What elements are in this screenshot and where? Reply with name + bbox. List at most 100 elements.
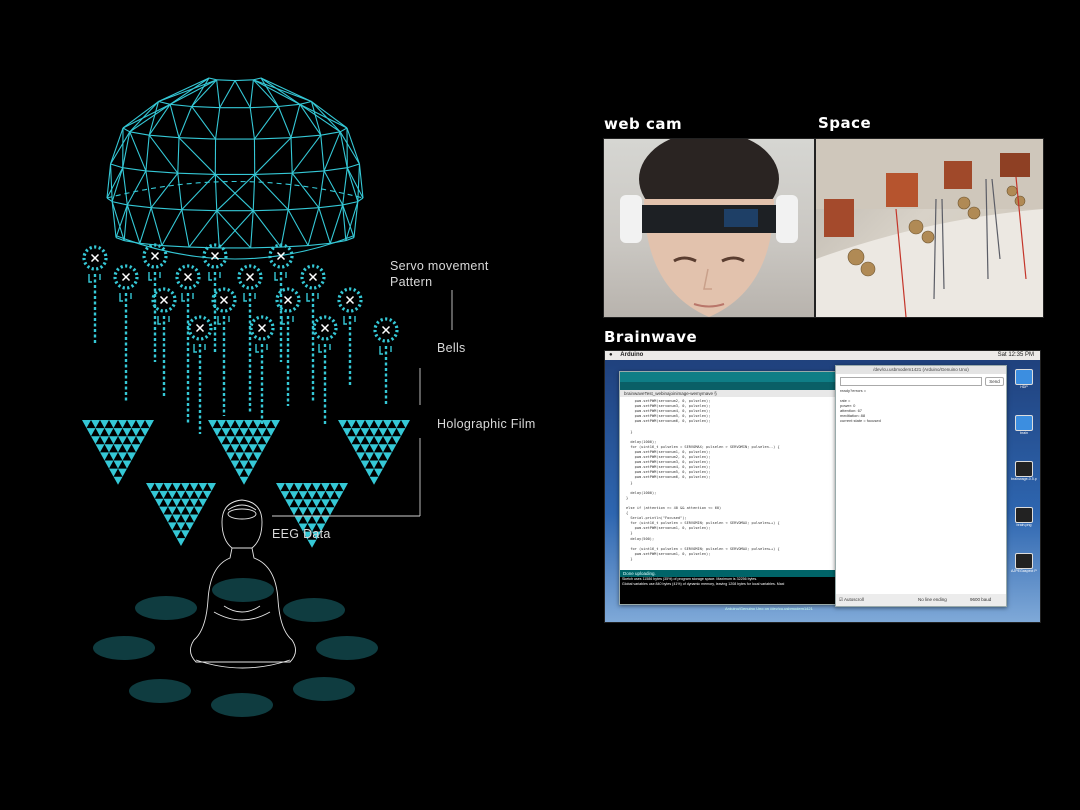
bell-bracket [119, 293, 123, 302]
bell-bracket [379, 346, 383, 355]
film-cell [163, 514, 173, 523]
bell-bracket [193, 344, 197, 353]
dome-edge [216, 79, 221, 108]
space-title: Space [818, 114, 872, 132]
film-cell [294, 483, 303, 492]
dome-edge [318, 204, 343, 209]
film-cell [109, 420, 118, 429]
film-cell [109, 452, 118, 461]
dome-edge [218, 210, 254, 249]
film-cell [330, 499, 339, 508]
desktop-icon[interactable]: brain.png [1011, 507, 1037, 527]
dome-edge [342, 201, 358, 206]
film-cell [181, 530, 190, 539]
film-cell [159, 506, 168, 515]
ide-title-bar [620, 372, 836, 382]
film-cell [285, 499, 294, 508]
film-cell [338, 420, 347, 429]
line-ending-select[interactable]: No line ending [918, 597, 947, 602]
film-cell [100, 436, 109, 445]
dome-edge [151, 207, 182, 211]
serial-output: ready?errors = rate = power: 0 attention: … [840, 388, 1000, 588]
film-cell [360, 444, 370, 453]
film-cell [321, 483, 330, 492]
film-cell [257, 444, 267, 453]
film-cell [383, 436, 392, 445]
film-cell [239, 444, 249, 453]
dome-edge [126, 204, 141, 244]
baud-select[interactable]: 9600 baud [970, 597, 991, 602]
eeg-dish [93, 636, 155, 660]
film-cell [325, 507, 335, 516]
dome-edge [216, 174, 256, 212]
apple-icon: ● [609, 352, 613, 358]
desktop-icon[interactable]: AJPEGaspect PO0 [1011, 553, 1037, 573]
serial-input[interactable] [840, 377, 982, 386]
film-cell [239, 460, 249, 469]
film-cell [212, 428, 222, 437]
film-cell [383, 420, 392, 429]
dome-edge [129, 131, 150, 136]
ide-code-editor[interactable]: pwm.setPWM(servonum2, 0, pulselen); pwm.… [626, 399, 830, 567]
film-cell [172, 498, 181, 507]
film-cell [122, 444, 132, 453]
film-cell [235, 452, 244, 461]
film-cell [104, 460, 114, 469]
desktop-icon[interactable]: brainwage-0.5.pnb [1011, 461, 1037, 481]
ide-status-bar: Done uploading. [620, 570, 839, 577]
film-cell [239, 428, 249, 437]
label-eeg-data: EEG Data [272, 527, 331, 541]
film-cell [202, 490, 212, 499]
brainwave-screenshot: ● Arduino Sat 12:35 PM brainwaveTest_web… [604, 350, 1041, 623]
film-cell [303, 499, 312, 508]
dome-edge [191, 106, 216, 140]
dome-edge [252, 210, 282, 248]
bell-bracket [318, 344, 322, 353]
film-triangle [338, 420, 410, 485]
film-cell [257, 428, 267, 437]
film-cell [198, 483, 208, 491]
desktop-icon[interactable]: brain [1011, 415, 1037, 435]
film-cell [104, 444, 114, 453]
film-cell [235, 468, 244, 477]
bell-cross-icon [121, 272, 131, 282]
eeg-dish [212, 578, 274, 602]
ide-tab[interactable]: brainwaveTest_webinajoinimage-wemymave § [620, 390, 836, 397]
film-cell [369, 476, 379, 485]
film-cell [312, 515, 321, 524]
eeg-dish [129, 679, 191, 703]
film-cell [113, 476, 123, 485]
film-cell [253, 420, 262, 429]
film-cell [365, 452, 374, 461]
dome-edge [161, 244, 190, 248]
film-cell [396, 428, 406, 437]
dome-edge [254, 174, 289, 211]
serial-send-button[interactable]: Send [985, 377, 1004, 386]
film-cell [86, 428, 96, 437]
serial-title-bar: /dev/cu.usbmodem1421 (Arduino/Genuino Un… [836, 366, 1006, 374]
desktop-icon[interactable]: HDP [1011, 369, 1037, 389]
dome-edge [148, 134, 179, 174]
eeg-dish [135, 596, 197, 620]
film-cell [159, 490, 168, 499]
film-cell [374, 468, 383, 477]
desktop-icons: HDP brain brainwage-0.5.pnb brain.png AJPEGa… [1009, 369, 1039, 609]
dome-edge [145, 170, 178, 174]
film-cell [217, 420, 226, 429]
autoscroll-checkbox[interactable]: ☑ Autoscroll [839, 597, 864, 603]
film-cell [365, 436, 374, 445]
film-cell [378, 460, 388, 469]
dome-edge [292, 170, 325, 174]
dome-edge [178, 137, 216, 175]
film-cell [356, 452, 365, 461]
film-cell [339, 483, 348, 492]
space-servo-illustration [816, 139, 1043, 317]
dome-edge [290, 134, 321, 139]
folder-icon [1015, 415, 1033, 431]
dome-edge [249, 107, 255, 140]
film-cell [244, 452, 253, 461]
film-cell [163, 498, 173, 507]
film-cell [82, 420, 91, 429]
bell-unit [82, 245, 108, 344]
dome-edge [181, 209, 190, 248]
